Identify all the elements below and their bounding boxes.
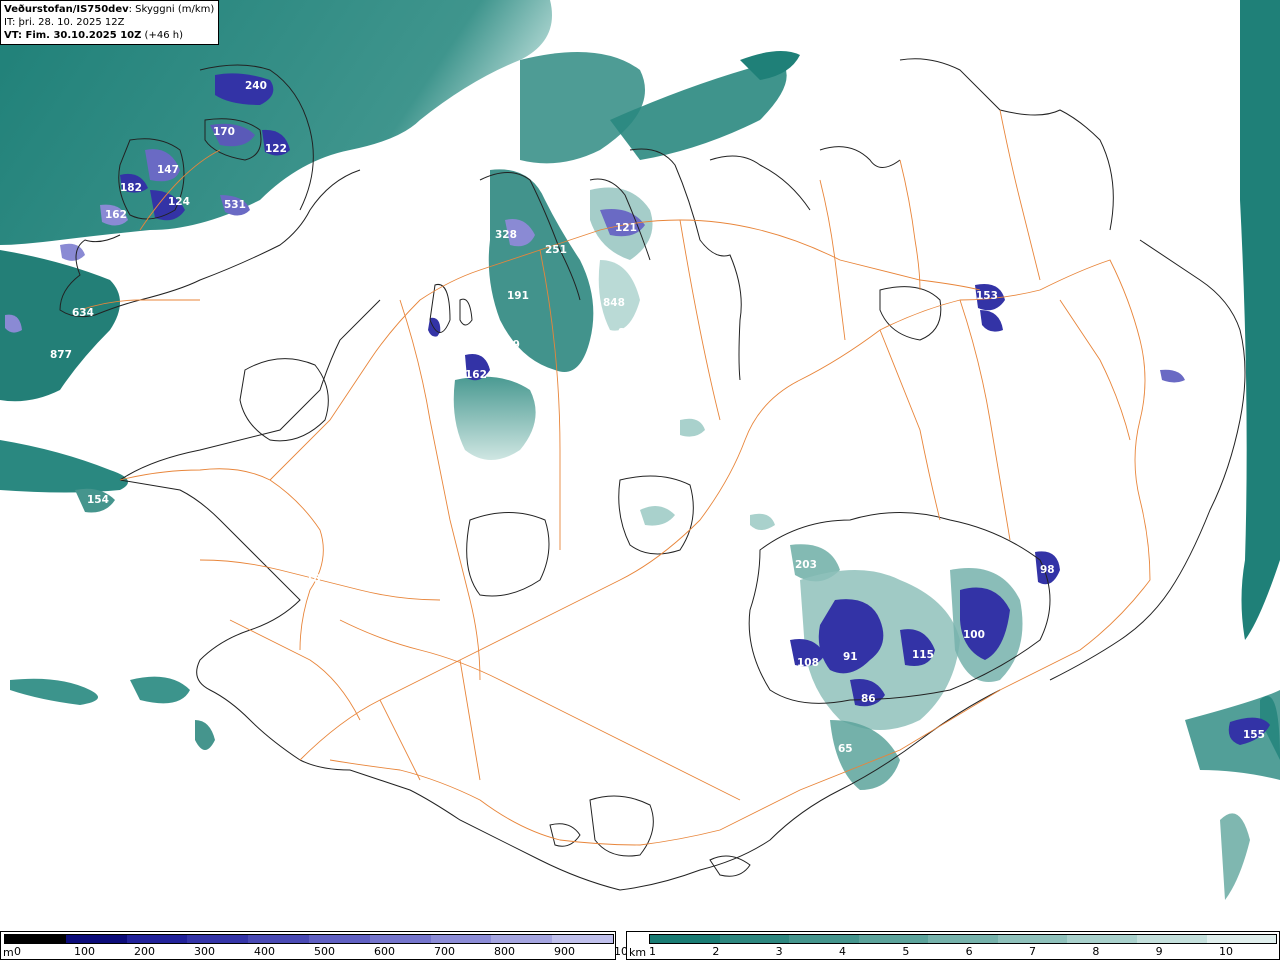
lead-time: (+46 h) <box>141 30 183 41</box>
value-label: 121 <box>615 222 637 234</box>
value-label: 162 <box>105 209 127 221</box>
visibility-map: 240 170 122 147 182 124 531 162 864 64 6… <box>0 0 1280 900</box>
legend-kilometers-unit: km <box>629 946 647 959</box>
legend-color-segment <box>248 935 309 943</box>
legend-tick-label: 7 <box>1029 945 1036 958</box>
valid-time-line: VT: Fim. 30.10.2025 10Z (+46 h) <box>4 29 214 42</box>
value-label: 155 <box>1243 729 1265 741</box>
legend-tick-label: 0 <box>14 945 21 958</box>
legend-tick-label: 500 <box>314 945 335 958</box>
legend-kilometers-ticks: 1 2 3 4 5 6 7 8 9 10 <box>649 945 1233 959</box>
legend-color-segment <box>308 935 370 943</box>
legend-kilometers: km 1 2 3 4 5 6 7 8 9 10 <box>626 931 1280 960</box>
value-label: 85 <box>618 327 633 339</box>
legend-tick-label: 400 <box>254 945 275 958</box>
value-label: 115 <box>912 649 934 661</box>
value-label: 531 <box>224 199 246 211</box>
value-label: 18 <box>306 573 321 585</box>
value-label: 4 <box>436 332 443 344</box>
sea-fog-fields <box>0 0 1280 900</box>
legend-color-segment <box>65 935 127 943</box>
legend-kilometers-colorbar <box>649 934 1277 944</box>
value-label: 65 <box>838 743 853 755</box>
value-label: 191 <box>507 290 529 302</box>
value-label: 170 <box>213 126 235 138</box>
legend-tick-label: 5 <box>902 945 910 958</box>
value-label: 634 <box>72 307 94 319</box>
valid-time-prefix: VT: <box>4 30 26 41</box>
legend-color-segment <box>5 935 66 943</box>
value-label: 251 <box>545 244 567 256</box>
legend-tick-label: 4 <box>839 945 846 958</box>
legend-color-segment <box>430 935 492 943</box>
legend-tick-label: 100 <box>74 945 95 958</box>
legend-color-segment <box>789 935 859 943</box>
initial-time: IT: þri. 28. 10. 2025 12Z <box>4 17 125 28</box>
legend-meters: m 01002003004005006007008009001000 <box>0 931 642 960</box>
legend-color-segment <box>1206 935 1277 943</box>
legend-tick-label: 900 <box>554 945 575 958</box>
legend-tick-label: 800 <box>494 945 515 958</box>
value-label: 147 <box>157 164 179 176</box>
value-label: 203 <box>795 559 817 571</box>
value-label: 91 <box>843 651 858 663</box>
legend-tick-label: 200 <box>134 945 155 958</box>
value-label: 182 <box>120 182 142 194</box>
legend-tick-label: 700 <box>434 945 455 958</box>
value-label: 864 <box>271 224 293 236</box>
legend-meters-colorbar <box>4 934 614 944</box>
legend-tick-label: 6 <box>965 945 973 958</box>
value-label: 98 <box>1040 564 1055 576</box>
value-label: 162 <box>465 369 487 381</box>
value-label: 100 <box>963 629 985 641</box>
legend-color-segment <box>1136 935 1207 943</box>
legend-color-segment <box>369 935 431 943</box>
value-label: 154 <box>87 494 109 506</box>
legend-color-segment <box>126 935 188 943</box>
legend-tick-label: 3 <box>775 945 783 958</box>
legend-meters-ticks: 01002003004005006007008009001000 <box>4 945 642 959</box>
legend-color-segment <box>650 935 720 943</box>
legend-color-segment <box>928 935 998 943</box>
value-label: 848 <box>603 297 625 309</box>
field-name: : Skyggni (m/km) <box>128 4 215 15</box>
value-label: 328 <box>495 229 517 241</box>
legend-color-segment <box>552 935 613 943</box>
title-line: Veðurstofan/IS750dev: Skyggni (m/km) <box>4 3 214 16</box>
legend-color-segment <box>491 935 553 943</box>
legend-tick-label: 300 <box>194 945 215 958</box>
legend-tick-label: 8 <box>1092 945 1100 958</box>
legend-tick-label: 9 <box>1155 945 1163 958</box>
legend-tick-label: 600 <box>374 945 395 958</box>
forecast-info-box: Veðurstofan/IS750dev: Skyggni (m/km) IT:… <box>0 0 220 45</box>
value-label: 64 <box>90 262 105 274</box>
legend-tick-label: 2 <box>712 945 720 958</box>
value-label: 122 <box>265 143 287 155</box>
value-label: 877 <box>50 349 72 361</box>
value-label: 108 <box>797 657 819 669</box>
legend-color-segment <box>858 935 929 943</box>
valid-time: Fim. 30.10.2025 10Z <box>25 30 142 41</box>
legend-color-segment <box>997 935 1068 943</box>
legend-color-segment <box>719 935 790 943</box>
legend-color-segment <box>1067 935 1137 943</box>
value-label: 86 <box>861 693 876 705</box>
value-label: 153 <box>976 290 998 302</box>
value-label: 399 <box>498 339 520 351</box>
legend-tick-label: 1 <box>649 945 656 958</box>
legend-color-segment <box>187 935 249 943</box>
model-name: Veðurstofan/IS750dev <box>4 4 129 15</box>
value-label: 124 <box>168 196 190 208</box>
value-label: 240 <box>245 80 267 92</box>
legend-tick-label: 10 <box>1219 945 1233 958</box>
